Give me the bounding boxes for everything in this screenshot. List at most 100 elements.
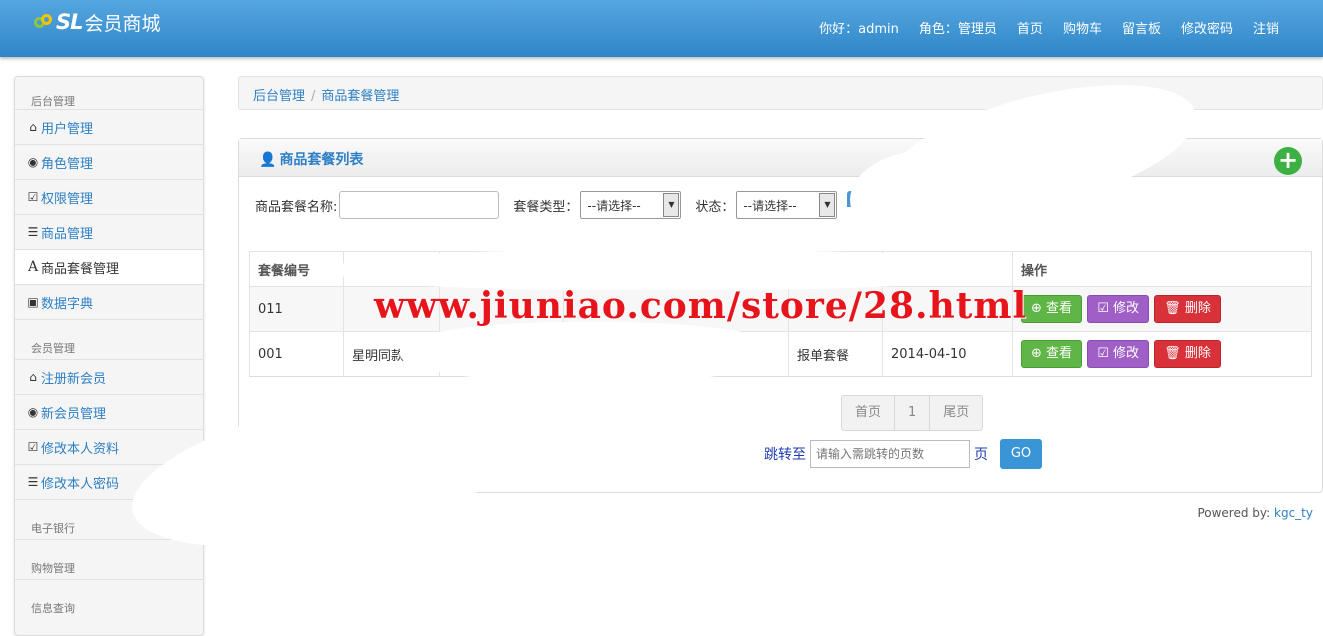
powered-by-label: Powered by: xyxy=(1197,506,1271,520)
col-actions: 操作 xyxy=(1012,251,1312,287)
sidebar-section-shopping[interactable]: 购物管理 xyxy=(15,539,203,579)
nav-logout[interactable]: 注销 xyxy=(1253,18,1279,37)
redaction-blot xyxy=(340,250,980,290)
edit-icon: ☑ xyxy=(27,440,39,454)
delete-button[interactable]: 🗑 删除 xyxy=(1154,340,1221,368)
breadcrumb-root[interactable]: 后台管理 xyxy=(253,89,305,104)
sidebar-section-backend[interactable]: 后台管理 xyxy=(15,77,203,109)
first-page-button[interactable]: 首页 xyxy=(842,396,894,430)
delete-label: 删除 xyxy=(1184,346,1211,361)
sidebar-item-label: 新会员管理 xyxy=(41,406,107,422)
edit-button[interactable]: ☑ 修改 xyxy=(1087,295,1150,323)
footer-credits: Powered by: kgc_ty xyxy=(1197,506,1313,520)
logo-text: 会员商城 xyxy=(84,12,161,35)
nav-message-board[interactable]: 留言板 xyxy=(1122,18,1161,37)
nav-role: 角色：管理员 xyxy=(918,22,997,37)
sidebar-item-label: 权限管理 xyxy=(41,191,94,207)
sidebar-item-label: 修改本人密码 xyxy=(41,476,120,492)
pagination: 首页 1 尾页 xyxy=(841,395,984,431)
edit-icon: ☑ xyxy=(1097,346,1109,361)
user-icon: 👤 xyxy=(259,152,277,168)
zoom-in-icon: ⊕ xyxy=(1031,301,1042,316)
package-type-select[interactable]: --请选择-- ▼ xyxy=(580,191,682,219)
add-package-button[interactable]: + xyxy=(1274,147,1302,175)
cell-date: 2014-04-10 xyxy=(882,331,1013,377)
home-icon: ⌂ xyxy=(29,120,37,134)
panel-title: 商品套餐列表 xyxy=(279,152,364,168)
edit-label: 修改 xyxy=(1113,346,1140,361)
sidebar-item-label: 商品套餐管理 xyxy=(41,261,120,277)
edit-icon: ☑ xyxy=(1097,301,1109,316)
nav-change-password[interactable]: 修改密码 xyxy=(1181,18,1233,37)
cell-package-id: 011 xyxy=(249,286,344,332)
breadcrumb-current[interactable]: 商品套餐管理 xyxy=(321,89,399,104)
package-type-label: 套餐类型： xyxy=(513,199,579,215)
watermark-text: www.jiuniao.com/store/28.html xyxy=(374,285,1028,327)
nav-cart[interactable]: 购物车 xyxy=(1063,18,1102,37)
sidebar-item-label: 角色管理 xyxy=(41,156,94,172)
sidebar-section-member[interactable]: 会员管理 xyxy=(15,319,203,359)
sidebar-item-new-member-management[interactable]: ◉ 新会员管理 xyxy=(15,394,203,429)
site-logo[interactable]: SL 会员商城 xyxy=(34,8,161,36)
font-icon: A xyxy=(27,259,39,275)
package-name-label: 商品套餐名称: xyxy=(255,199,338,215)
eye-icon: ◉ xyxy=(27,155,39,169)
edit-button[interactable]: ☑ 修改 xyxy=(1087,340,1150,368)
sidebar-item-label: 用户管理 xyxy=(41,121,94,137)
sidebar-item-permission-management[interactable]: ☑ 权限管理 xyxy=(15,179,203,214)
sidebar-item-register-member[interactable]: ⌂ 注册新会员 xyxy=(15,359,203,394)
status-label: 状态： xyxy=(695,199,735,215)
page-number[interactable]: 1 xyxy=(894,396,929,430)
logo-rings-icon xyxy=(34,12,54,32)
package-name-input[interactable] xyxy=(339,191,500,219)
list-icon: ☰ xyxy=(27,475,39,489)
trash-icon: 🗑 xyxy=(1164,301,1181,316)
go-button[interactable]: GO xyxy=(1000,439,1042,469)
sidebar-item-role-management[interactable]: ◉ 角色管理 xyxy=(15,144,203,179)
view-button[interactable]: ⊕ 查看 xyxy=(1021,295,1083,323)
delete-button[interactable]: 🗑 删除 xyxy=(1154,295,1221,323)
nav-home[interactable]: 首页 xyxy=(1017,18,1043,37)
view-label: 查看 xyxy=(1046,301,1073,316)
cell-actions: ⊕ 查看 ☑ 修改 🗑 删除 xyxy=(1012,331,1312,377)
last-page-button[interactable]: 尾页 xyxy=(929,396,982,430)
view-button[interactable]: ⊕ 查看 xyxy=(1021,340,1083,368)
logo-sl: SL xyxy=(56,10,83,34)
status-select[interactable]: --请选择-- ▼ xyxy=(736,191,838,219)
sidebar-item-label: 商品管理 xyxy=(41,226,94,242)
list-icon: ☰ xyxy=(27,225,39,239)
sidebar-item-label: 数据字典 xyxy=(41,296,94,312)
breadcrumb-separator: / xyxy=(311,89,316,104)
cell-actions: ⊕ 查看 ☑ 修改 🗑 删除 xyxy=(1012,286,1312,332)
sidebar-section-info-query[interactable]: 信息查询 xyxy=(15,579,203,619)
jump-label: 跳转至 xyxy=(764,447,806,463)
sidebar-item-data-dictionary[interactable]: ▣ 数据字典 xyxy=(15,284,203,319)
top-navbar: SL 会员商城 你好：admin 角色：管理员 首页 购物车 留言板 修改密码 … xyxy=(0,0,1323,57)
cell-type: 报单套餐 xyxy=(788,331,883,377)
sidebar-item-label: 注册新会员 xyxy=(41,371,107,387)
sidebar-item-package-management[interactable]: A 商品套餐管理 xyxy=(15,249,203,284)
edit-label: 修改 xyxy=(1113,301,1140,316)
sidebar-item-user-management[interactable]: ⌂ 用户管理 xyxy=(15,109,203,144)
view-label: 查看 xyxy=(1046,346,1073,361)
jump-unit: 页 xyxy=(974,447,988,463)
trash-icon: 🗑 xyxy=(1164,346,1181,361)
redaction-blot xyxy=(400,322,780,382)
page-jump: 跳转至 页 GO xyxy=(764,439,1042,469)
home-icon: ⌂ xyxy=(29,370,37,384)
delete-label: 删除 xyxy=(1184,301,1211,316)
author-link[interactable]: kgc_ty xyxy=(1274,506,1313,520)
chevron-down-icon: ▼ xyxy=(819,193,836,217)
col-package-id: 套餐编号 xyxy=(249,251,344,287)
picture-icon: ▣ xyxy=(27,295,39,309)
jump-page-input[interactable] xyxy=(810,440,970,468)
redaction-blot xyxy=(850,150,1010,250)
edit-icon: ☑ xyxy=(27,190,39,204)
sidebar-item-product-management[interactable]: ☰ 商品管理 xyxy=(15,214,203,249)
eye-icon: ◉ xyxy=(27,405,39,419)
nav-greeting: 你好：admin xyxy=(819,22,899,37)
sidebar: 后台管理 ⌂ 用户管理 ◉ 角色管理 ☑ 权限管理 ☰ 商品管理 A 商品套餐管理 ▣ 数据… xyxy=(14,76,204,636)
status-value: --请选择-- xyxy=(743,198,797,213)
sidebar-item-label: 修改本人资料 xyxy=(41,441,120,457)
cell-package-id: 001 xyxy=(249,331,344,377)
